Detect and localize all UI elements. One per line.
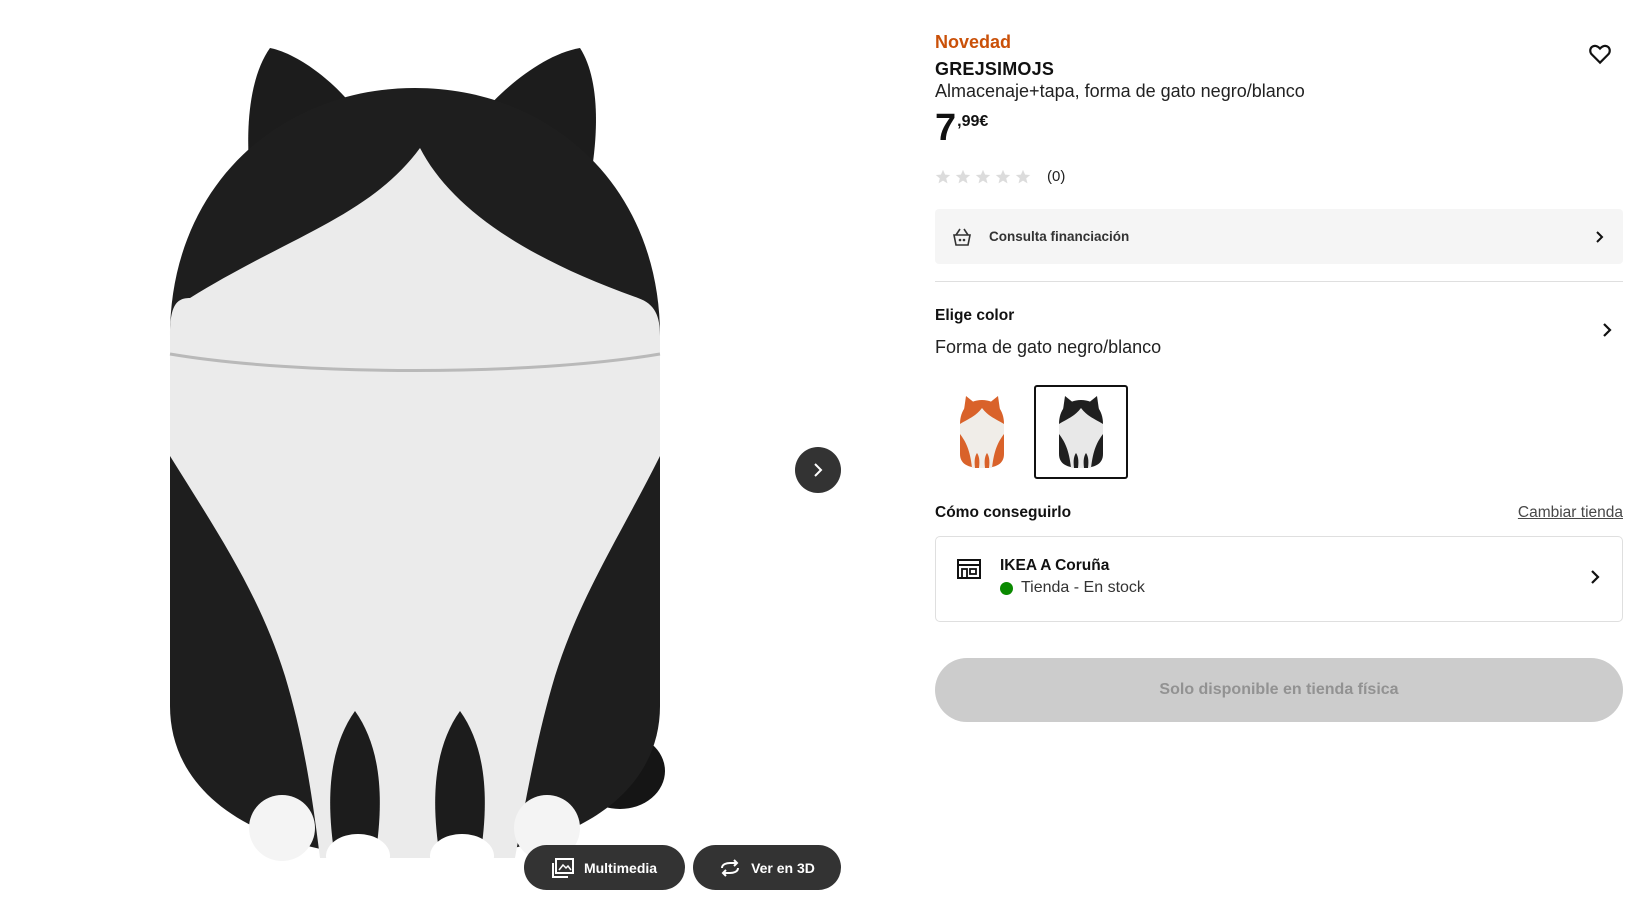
product-gallery: Multimedia Ver en 3D: [0, 0, 860, 897]
availability-heading: Cómo conseguirlo: [935, 504, 1072, 521]
star-icon: [1015, 169, 1031, 183]
product-page: Multimedia Ver en 3D Novedad GREJSIMOJS …: [0, 0, 1645, 897]
stock-status-label: Tienda - En stock: [1021, 579, 1145, 596]
price-decimal: ,99€: [957, 113, 989, 130]
swatch-image: [1059, 396, 1103, 468]
view-3d-label: Ver en 3D: [751, 859, 815, 876]
color-swatch-orange-cat[interactable]: [935, 385, 1029, 479]
add-to-cart-button-disabled[interactable]: Solo disponible en tienda física: [935, 658, 1623, 722]
rating-count: (0): [1047, 168, 1066, 185]
multimedia-button[interactable]: Multimedia: [524, 845, 685, 890]
gallery-icon: [551, 857, 574, 878]
chevron-right-icon: [1591, 570, 1600, 584]
star-icon: [975, 169, 991, 183]
store-availability-card[interactable]: IKEA A Coruña Tienda - En stock: [935, 536, 1623, 622]
product-price: 7 ,99€: [935, 108, 988, 148]
chevron-right-icon: [1603, 323, 1612, 337]
chevron-right-icon: [1596, 230, 1604, 243]
novelty-badge: Novedad: [935, 32, 1012, 52]
divider: [935, 281, 1623, 282]
price-integer: 7: [935, 107, 956, 149]
star-icon: [995, 169, 1011, 183]
heart-icon: [1589, 44, 1611, 65]
color-heading: Elige color: [935, 307, 1015, 324]
chevron-right-icon: [814, 463, 823, 477]
swatch-image: [960, 396, 1004, 468]
selected-color: Forma de gato negro/blanco: [935, 337, 1162, 357]
payment-icon: [953, 228, 971, 246]
star-icon: [935, 169, 951, 183]
rating[interactable]: (0): [935, 168, 1065, 185]
change-store-link[interactable]: Cambiar tienda: [1518, 504, 1623, 522]
star-icon: [955, 169, 971, 183]
product-description: Almacenaje+tapa, forma de gato negro/bla…: [935, 81, 1305, 101]
view-3d-button[interactable]: Ver en 3D: [693, 845, 841, 890]
next-image-button[interactable]: [795, 447, 841, 493]
product-name: GREJSIMOJS: [935, 59, 1055, 79]
store-name: IKEA A Coruña: [1000, 557, 1110, 574]
multimedia-label: Multimedia: [583, 859, 658, 876]
product-image[interactable]: [150, 36, 670, 896]
favourite-button[interactable]: [1587, 41, 1613, 67]
rotate-3d-icon: [721, 858, 740, 877]
color-swatch-black-cat[interactable]: [1034, 385, 1128, 479]
stock-indicator: [1000, 581, 1013, 595]
financing-label: Consulta financiación: [989, 229, 1130, 244]
stock-status: Tienda - En stock: [1000, 579, 1145, 597]
financing-banner[interactable]: Consulta financiación: [935, 209, 1623, 264]
store-icon: [957, 559, 981, 579]
color-options-button[interactable]: [1600, 322, 1614, 343]
